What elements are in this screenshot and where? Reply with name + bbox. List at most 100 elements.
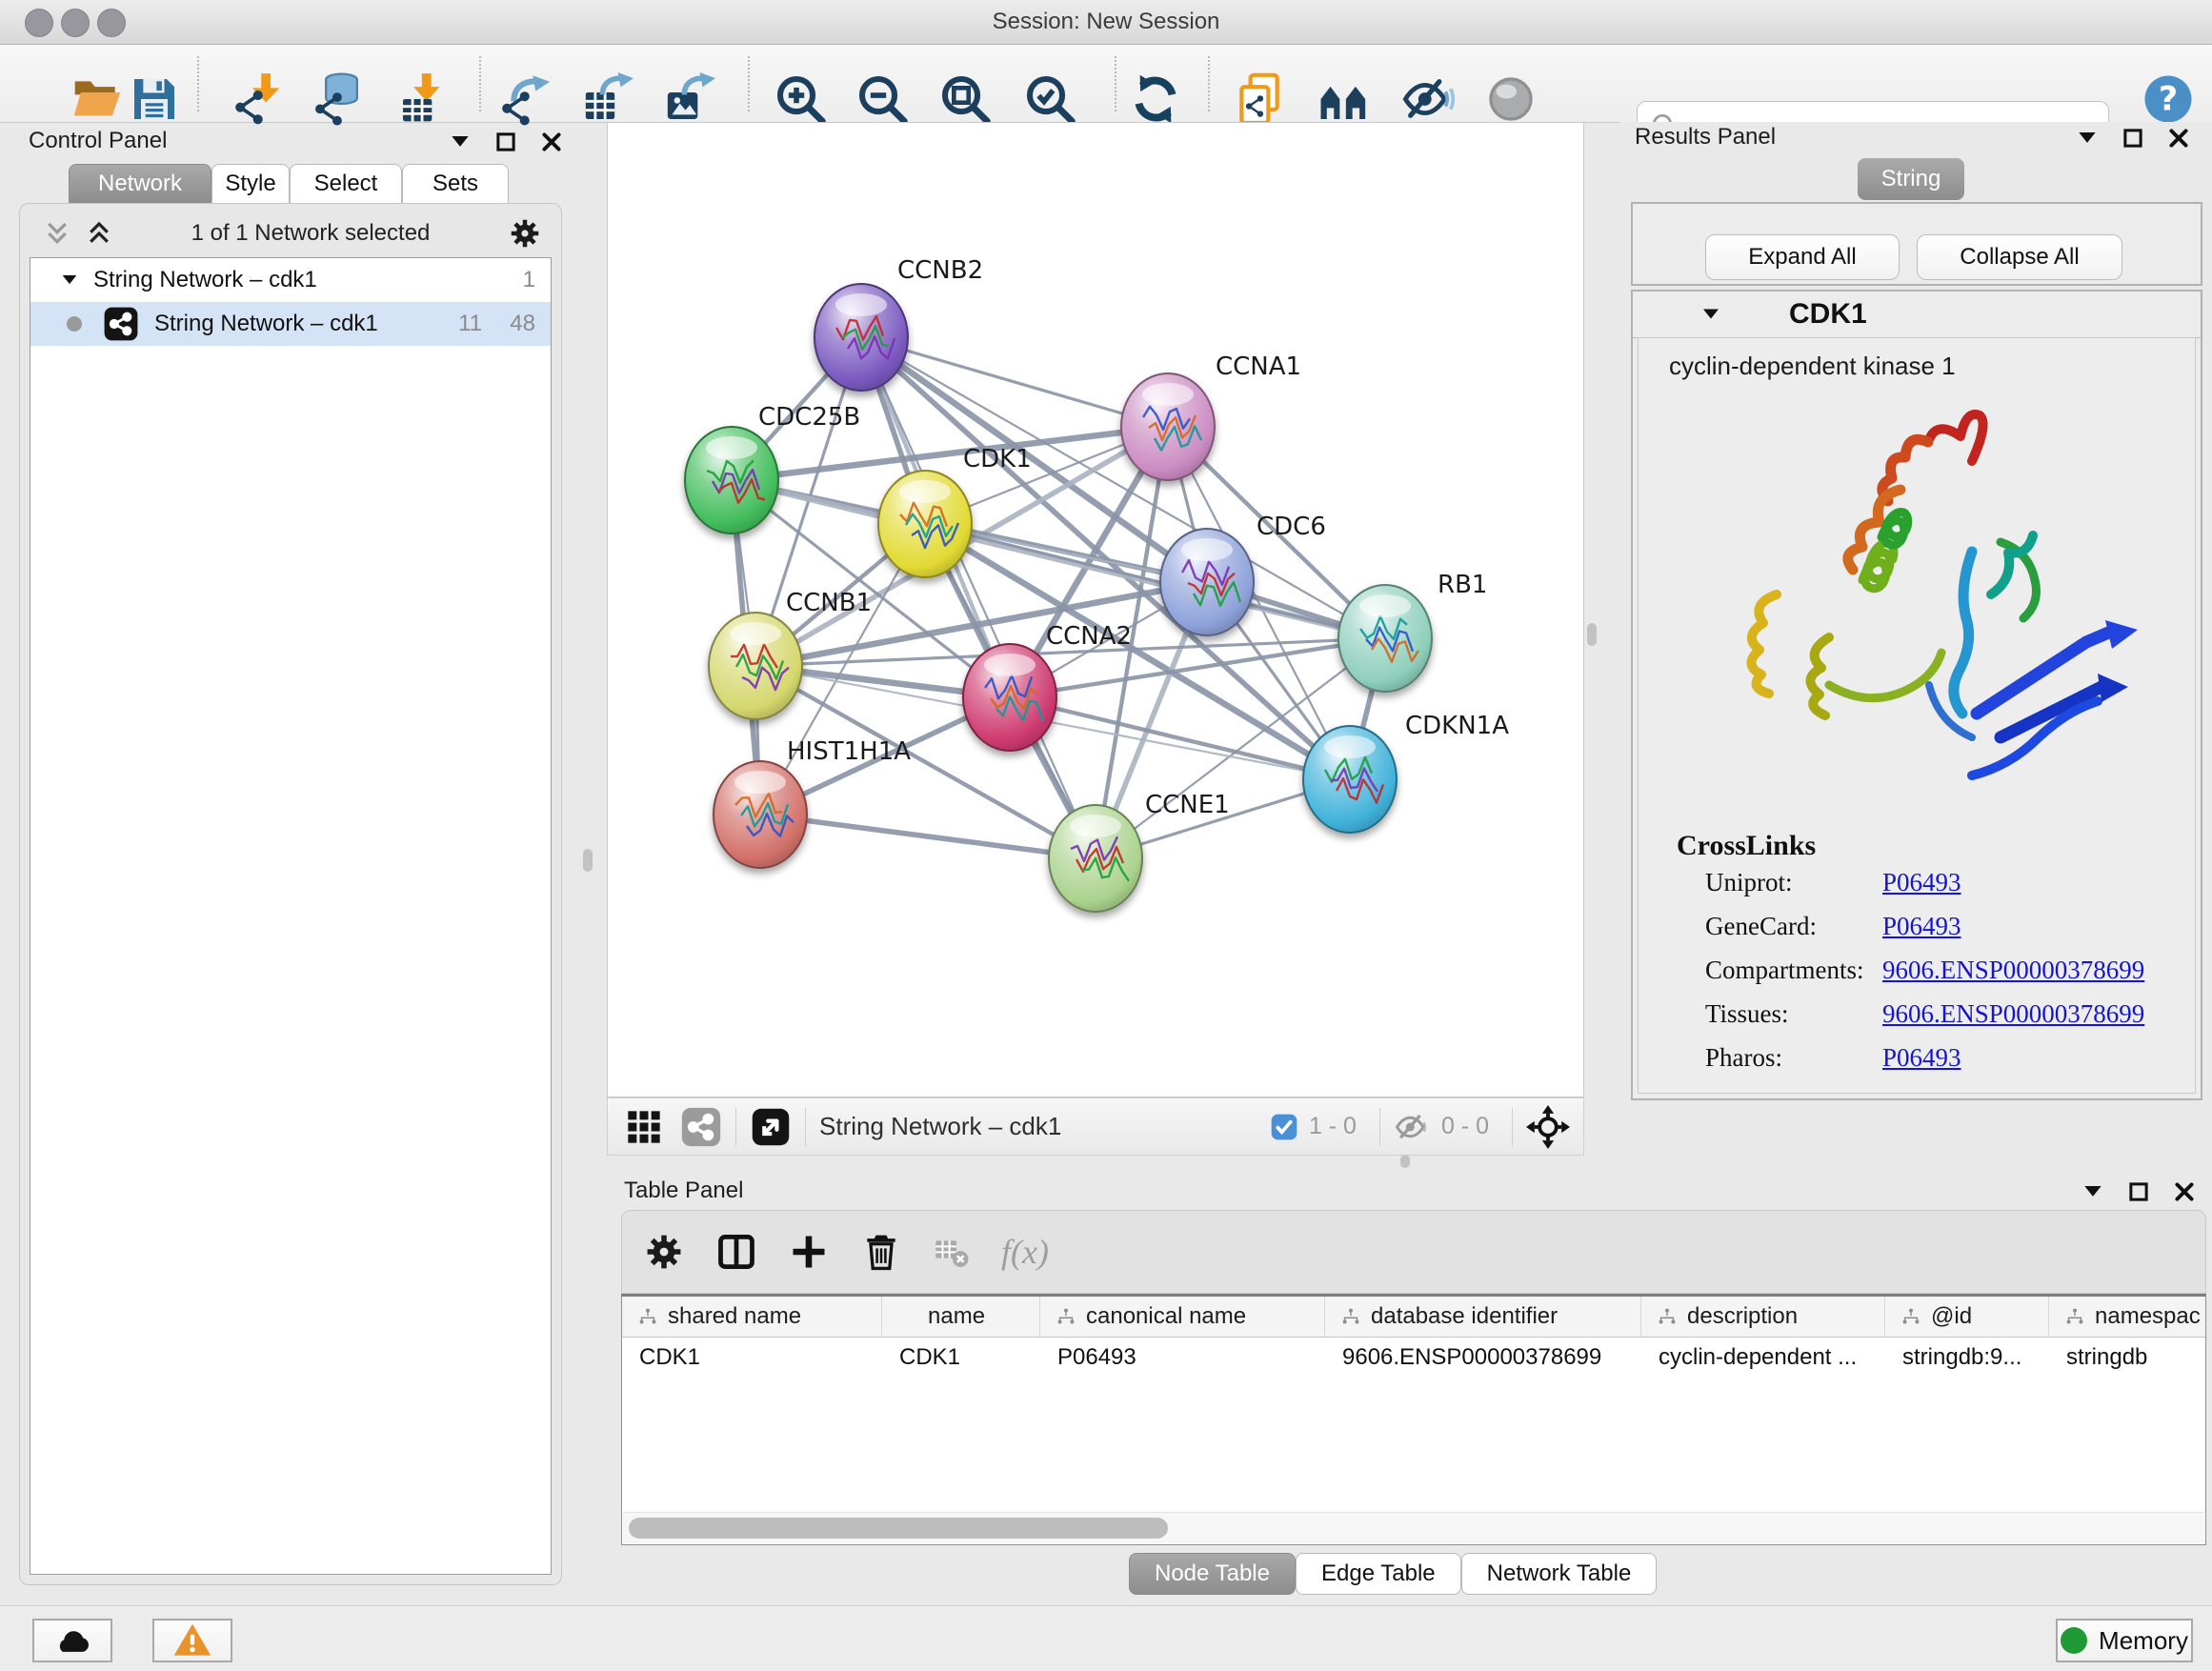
- cloud-status-button[interactable]: [32, 1619, 112, 1662]
- hide-selected-icon[interactable]: [1401, 72, 1455, 126]
- tab-select[interactable]: Select: [290, 164, 402, 204]
- open-in-window-icon[interactable]: [750, 1106, 792, 1148]
- network-canvas[interactable]: CCNB2CCNA1CDC25BCDK1CDC6RB1CCNB1CCNA2CDK…: [607, 122, 1584, 1097]
- zoom-out-icon[interactable]: [855, 72, 909, 126]
- table-row[interactable]: CDK1 CDK1 P06493 9606.ENSP00000378699 cy…: [622, 1338, 2205, 1378]
- toolbar-separator: [479, 56, 481, 111]
- close-panel-icon[interactable]: [2172, 1179, 2197, 1204]
- results-panel-title: Results Panel: [1635, 124, 1776, 151]
- svg-text:CCNA1: CCNA1: [1216, 352, 1301, 381]
- show-all-icon[interactable]: [1484, 72, 1538, 126]
- import-network-database-icon[interactable]: [312, 72, 365, 126]
- network-node-ccnb1[interactable]: CCNB1: [709, 589, 872, 719]
- export-table-icon[interactable]: [580, 72, 633, 126]
- collapse-panel-icon[interactable]: [2075, 126, 2100, 151]
- collapse-panel-icon[interactable]: [2081, 1179, 2105, 1204]
- network-view: CCNB2CCNA1CDC25BCDK1CDC6RB1CCNB1CCNA2CDK…: [607, 122, 1584, 1156]
- first-neighbors-icon[interactable]: [1317, 72, 1371, 126]
- tab-sets[interactable]: Sets: [402, 164, 509, 204]
- tab-network[interactable]: Network: [69, 164, 211, 204]
- collapse-all-networks-icon[interactable]: [43, 219, 71, 248]
- collapse-all-button[interactable]: Collapse All: [1917, 234, 2122, 280]
- table-options-gear-icon[interactable]: [643, 1231, 685, 1273]
- table-header-row[interactable]: shared name name canonical name database…: [622, 1297, 2205, 1338]
- export-image-icon[interactable]: [662, 72, 715, 126]
- add-column-icon[interactable]: [788, 1231, 830, 1273]
- table-horizontal-scrollbar[interactable]: [623, 1512, 2204, 1543]
- crosslink-label: Compartments:: [1705, 956, 1863, 985]
- network-node-ccne1[interactable]: CCNE1: [1049, 791, 1230, 912]
- expand-all-networks-icon[interactable]: [85, 219, 113, 248]
- svg-text:CCNA2: CCNA2: [1046, 622, 1132, 651]
- scrollbar-thumb[interactable]: [629, 1518, 1168, 1539]
- zoom-selected-icon[interactable]: [1023, 72, 1076, 126]
- selected-counts: 1 - 0: [1309, 1113, 1357, 1140]
- gene-expand-icon[interactable]: [1699, 303, 1722, 326]
- network-row[interactable]: String Network – cdk1 11 48: [30, 302, 551, 346]
- close-panel-icon[interactable]: [539, 130, 564, 154]
- network-collection-row[interactable]: String Network – cdk1 1: [30, 258, 551, 302]
- crosslink-tissues-link[interactable]: 9606.ENSP00000378699: [1882, 999, 2144, 1029]
- delete-column-icon[interactable]: [860, 1231, 902, 1273]
- network-node-cdk1[interactable]: CDK1: [878, 445, 1032, 577]
- warnings-button[interactable]: [152, 1619, 232, 1662]
- duplicate-network-icon[interactable]: [1233, 72, 1286, 126]
- crosslink-pharos-link[interactable]: P06493: [1882, 1043, 1961, 1073]
- results-controls: Expand All Collapse All: [1631, 202, 2202, 286]
- crosslink-genecard-link[interactable]: P06493: [1882, 912, 1961, 941]
- apply-layout-icon[interactable]: [1129, 72, 1182, 126]
- memory-button[interactable]: Memory: [2056, 1619, 2193, 1662]
- column-header: canonical name: [1086, 1303, 1246, 1330]
- tab-network-table[interactable]: Network Table: [1461, 1553, 1658, 1595]
- network-node-rb1[interactable]: RB1: [1338, 571, 1487, 692]
- right-splitter-handle[interactable]: [1587, 623, 1597, 646]
- crosslink-compartments-link[interactable]: 9606.ENSP00000378699: [1882, 956, 2144, 985]
- selected-nodes-checkbox-icon[interactable]: [1269, 1112, 1299, 1142]
- save-session-icon[interactable]: [128, 72, 181, 126]
- tab-node-table[interactable]: Node Table: [1129, 1553, 1296, 1595]
- collapse-panel-icon[interactable]: [448, 130, 473, 154]
- column-type-icon: [2064, 1306, 2085, 1327]
- network-edge-count: 48: [510, 311, 535, 337]
- zoom-fit-icon[interactable]: [938, 72, 992, 126]
- float-panel-icon[interactable]: [2121, 126, 2145, 151]
- export-network-icon[interactable]: [498, 72, 552, 126]
- hidden-counts: 0 - 0: [1441, 1113, 1489, 1140]
- control-panel-title: Control Panel: [29, 128, 167, 154]
- tab-string[interactable]: String: [1858, 158, 1964, 200]
- show-columns-icon[interactable]: [715, 1231, 757, 1273]
- network-node-ccnb2[interactable]: CCNB2: [814, 256, 983, 391]
- help-icon[interactable]: ?: [2142, 72, 2195, 126]
- status-bar: Memory: [0, 1605, 2212, 1671]
- network-tab-body: 1 of 1 Network selected String Network –…: [19, 203, 562, 1585]
- open-session-icon[interactable]: [70, 72, 124, 126]
- pan-navigate-icon[interactable]: [1526, 1105, 1570, 1149]
- collection-label: String Network – cdk1: [93, 267, 317, 293]
- left-splitter-handle[interactable]: [583, 849, 593, 872]
- main-toolbar: ?: [0, 45, 2212, 123]
- network-options-gear-icon[interactable]: [508, 216, 542, 251]
- svg-text:CDKN1A: CDKN1A: [1405, 712, 1509, 740]
- tab-edge-table[interactable]: Edge Table: [1296, 1553, 1461, 1595]
- import-table-icon[interactable]: [396, 72, 450, 126]
- svg-text:CDK1: CDK1: [963, 445, 1032, 473]
- birdseye-grid-icon[interactable]: [625, 1108, 663, 1146]
- crosslink-uniprot-link[interactable]: P06493: [1882, 868, 1961, 897]
- svg-text:CDC6: CDC6: [1257, 513, 1326, 541]
- import-network-file-icon[interactable]: [231, 72, 285, 126]
- collection-expand-icon[interactable]: [59, 270, 80, 291]
- network-list: String Network – cdk1 1 String Network –…: [30, 257, 552, 1575]
- network-node-cdkn1a[interactable]: CDKN1A: [1303, 712, 1509, 833]
- column-type-icon: [1657, 1306, 1678, 1327]
- float-panel-icon[interactable]: [493, 130, 518, 154]
- close-panel-icon[interactable]: [2166, 126, 2191, 151]
- column-header: database identifier: [1371, 1303, 1558, 1330]
- expand-all-button[interactable]: Expand All: [1705, 234, 1900, 280]
- network-node-hist1h1a[interactable]: HIST1H1A: [714, 737, 911, 868]
- float-panel-icon[interactable]: [2126, 1179, 2151, 1204]
- network-node-ccna1[interactable]: CCNA1: [1121, 352, 1301, 480]
- protein-description: cyclin-dependent kinase 1: [1669, 352, 1956, 381]
- tab-style[interactable]: Style: [211, 164, 290, 204]
- network-node-count: 11: [458, 311, 482, 337]
- zoom-in-icon[interactable]: [774, 72, 827, 126]
